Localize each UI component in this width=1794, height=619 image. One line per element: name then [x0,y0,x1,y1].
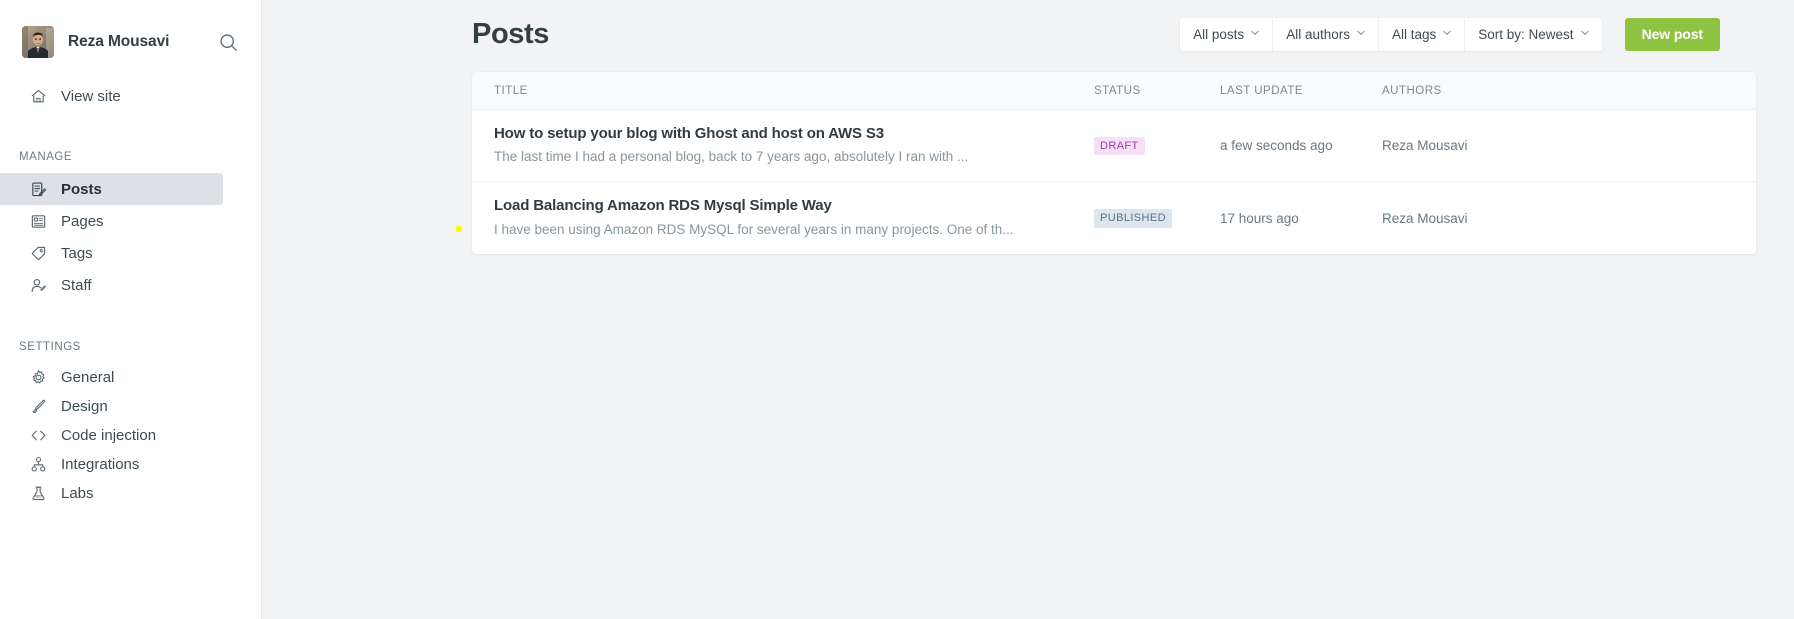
sidebar-item-labs[interactable]: Labs [0,479,223,508]
column-header-authors: AUTHORS [1382,84,1442,97]
sidebar-item-label: Design [61,398,108,415]
search-icon[interactable] [217,31,239,53]
post-author: Reza Mousavi [1382,210,1468,226]
user-name: Reza Mousavi [68,33,170,50]
status-badge: DRAFT [1094,136,1145,156]
sidebar-item-label: Labs [61,485,94,502]
sidebar-item-label: Integrations [61,456,140,473]
header-actions: All posts All authors All tags Sort by: … [1180,17,1720,51]
post-excerpt: I have been using Amazon RDS MySQL for s… [494,221,1014,237]
chevron-down-icon [1580,30,1589,38]
post-title: How to setup your blog with Ghost and ho… [494,124,884,142]
sidebar-item-label: Staff [61,276,92,294]
flask-icon [28,484,48,504]
post-last-update: 17 hours ago [1220,210,1299,226]
filter-group: All posts All authors All tags Sort by: … [1180,17,1602,51]
sidebar-item-integrations[interactable]: Integrations [0,450,223,479]
sidebar-item-design[interactable]: Design [0,392,223,421]
sidebar-section-label-settings: Settings [19,341,81,353]
sidebar-item-code-injection[interactable]: Code injection [0,421,223,450]
avatar[interactable] [22,26,54,58]
sidebar-group-settings: Settings General [0,341,261,508]
tag-icon [28,243,48,263]
filter-sort-by[interactable]: Sort by: Newest [1465,17,1602,51]
filter-all-authors[interactable]: All authors [1273,17,1379,51]
column-header-last-update: LAST UPDATE [1220,84,1304,97]
post-excerpt: The last time I had a personal blog, bac… [494,149,969,165]
status-badge: PUBLISHED [1094,209,1172,228]
post-status-cell: DRAFT [1094,136,1220,156]
sidebar-item-general[interactable]: General [0,363,223,392]
sidebar: Reza Mousavi View site MANAGE Posts Page… [0,0,262,619]
gear-icon [28,368,48,388]
chevron-down-icon [1251,30,1259,38]
post-last-update: a few seconds ago [1220,138,1333,153]
post-title-cell[interactable]: Load Balancing Amazon RDS Mysql Simple W… [494,197,1094,239]
table-header-row: TITLE STATUS LAST UPDATE AUTHORS [472,72,1756,110]
sidebar-item-view-site[interactable]: View site [0,80,223,113]
posts-table: TITLE STATUS LAST UPDATE AUTHORS How to … [472,72,1756,254]
filter-label: All posts [1193,26,1245,42]
app-root: Reza Mousavi View site MANAGE Posts Page… [0,0,1794,619]
staff-icon [28,275,48,295]
chevron-down-icon [1443,30,1451,38]
posts-list-area: TITLE STATUS LAST UPDATE AUTHORS How to … [456,68,1756,254]
sidebar-item-pages[interactable]: Pages [0,205,223,237]
sidebar-section-label-manage: Manage [19,151,73,163]
column-header-title: TITLE [494,84,528,97]
sidebar-group-manage: Manage Posts [0,151,261,301]
table-row[interactable]: Load Balancing Amazon RDS Mysql Simple W… [472,182,1756,254]
sidebar-item-label: General [61,369,115,386]
new-post-button[interactable]: New post [1624,17,1720,51]
table-row[interactable]: How to setup your blog with Ghost and ho… [472,110,1756,182]
filter-label: Sort by: Newest [1478,26,1574,42]
sidebar-item-tags[interactable]: Tags [0,237,223,269]
user-menu[interactable]: Reza Mousavi [0,16,261,62]
main-content: Posts All posts All authors All tags Sor… [262,0,1794,619]
filter-label: All tags [1391,26,1437,42]
column-header-status: STATUS [1094,84,1141,97]
paintbrush-icon [28,397,48,417]
sidebar-item-posts[interactable]: Posts [0,173,223,205]
post-title-cell[interactable]: How to setup your blog with Ghost and ho… [494,125,1094,167]
sidebar-item-label: Pages [61,212,104,230]
sidebar-item-label: View site [61,88,121,105]
code-brackets-icon [28,426,48,446]
sidebar-item-label: Posts [61,180,102,198]
post-status-cell: PUBLISHED [1094,208,1220,228]
sidebar-item-staff[interactable]: Staff [0,269,223,301]
cursor-marker-dot [456,226,462,232]
filter-label: All authors [1286,26,1350,42]
home-icon [28,87,48,107]
filter-all-tags[interactable]: All tags [1378,17,1466,51]
page-header: Posts All posts All authors All tags Sor… [472,0,1756,68]
sidebar-item-label: Code injection [61,427,157,444]
post-author: Reza Mousavi [1382,138,1468,153]
view-site-block: View site [0,80,261,113]
post-title: Load Balancing Amazon RDS Mysql Simple W… [494,197,832,215]
chevron-down-icon [1357,30,1365,38]
filter-all-posts[interactable]: All posts [1180,17,1274,51]
posts-icon [28,179,48,199]
sidebar-item-label: Tags [61,244,93,262]
integrations-icon [28,455,48,475]
page-title: Posts [472,17,549,50]
pages-icon [28,211,48,231]
